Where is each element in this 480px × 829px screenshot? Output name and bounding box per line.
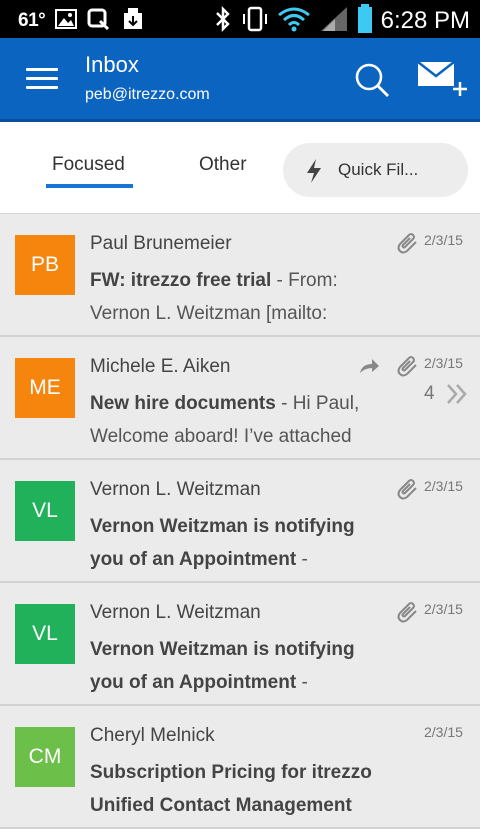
bluetooth-icon xyxy=(213,5,233,37)
vibrate-icon xyxy=(241,5,269,37)
message-preview: New hire documents - Hi Paul, Welcome ab… xyxy=(90,387,390,453)
tab-other[interactable]: Other xyxy=(199,154,247,176)
page-title: Inbox xyxy=(85,52,139,77)
message-date: 2/3/15 xyxy=(424,601,463,617)
message-item[interactable]: VL Vernon L. Weitzman Vernon Weitzman is… xyxy=(0,460,480,583)
avatar: ME xyxy=(15,358,75,418)
thread-count: 4 xyxy=(424,383,435,404)
temperature-text: 61° xyxy=(18,10,46,31)
quick-filter-button[interactable]: Quick Fil... xyxy=(283,143,468,197)
attachment-icon xyxy=(396,355,420,381)
sender-name: Vernon L. Weitzman xyxy=(90,602,261,623)
search-icon[interactable] xyxy=(352,60,392,100)
message-preview: Subscription Pricing for itrezzo Unified… xyxy=(90,756,390,822)
message-item[interactable]: VL Vernon L. Weitzman Vernon Weitzman is… xyxy=(0,583,480,706)
message-item[interactable]: CM Cheryl Melnick Subscription Pricing f… xyxy=(0,706,480,829)
message-item[interactable]: ME Michele E. Aiken New hire documents -… xyxy=(0,337,480,460)
message-subject: Vernon Weitzman is notifying you of an A… xyxy=(90,516,355,570)
message-preview: Vernon Weitzman is notifying you of an A… xyxy=(90,633,390,699)
message-snippet: - xyxy=(296,549,308,570)
message-subject: Vernon Weitzman is notifying you of an A… xyxy=(90,639,355,693)
status-bar: 61° 6:28 PM xyxy=(0,0,480,38)
gallery-icon xyxy=(55,9,78,33)
attachment-icon xyxy=(396,232,420,258)
chevron-right-icon[interactable] xyxy=(444,381,470,411)
wifi-icon xyxy=(277,6,311,36)
account-email: peb@itrezzo.com xyxy=(85,86,210,103)
app-bar: Inbox peb@itrezzo.com xyxy=(0,38,480,122)
sender-name: Paul Brunemeier xyxy=(90,233,232,254)
message-subject: Subscription Pricing for itrezzo Unified… xyxy=(90,762,372,816)
message-subject: New hire documents xyxy=(90,393,276,414)
forwarded-icon xyxy=(358,357,380,379)
sender-name: Vernon L. Weitzman xyxy=(90,479,261,500)
attachment-icon xyxy=(396,478,420,504)
lightning-icon xyxy=(305,158,323,188)
download-icon xyxy=(121,7,145,35)
menu-icon[interactable] xyxy=(26,68,58,90)
message-list: PB Paul Brunemeier FW: itrezzo free tria… xyxy=(0,214,480,829)
tab-focused[interactable]: Focused xyxy=(52,154,125,176)
inbox-tabs: Focused Other Quick Fil... xyxy=(0,122,480,214)
attachment-icon xyxy=(396,601,420,627)
message-preview: FW: itrezzo free trial - From: Vernon L.… xyxy=(90,264,390,330)
tab-focused-indicator xyxy=(46,184,133,188)
compose-mail-icon[interactable] xyxy=(416,58,470,100)
message-date: 2/3/15 xyxy=(424,724,463,740)
status-left: 61° xyxy=(18,7,145,35)
signal-icon xyxy=(319,5,349,37)
message-date: 2/3/15 xyxy=(424,478,463,494)
message-subject: FW: itrezzo free trial xyxy=(90,270,272,291)
avatar: PB xyxy=(15,235,75,295)
quick-filter-label: Quick Fil... xyxy=(338,160,419,179)
message-preview: Vernon Weitzman is notifying you of an A… xyxy=(90,510,390,576)
quickoffice-icon xyxy=(87,8,111,34)
sender-name: Michele E. Aiken xyxy=(90,356,231,377)
message-snippet: - xyxy=(296,672,308,693)
status-right: 6:28 PM xyxy=(213,4,470,38)
avatar: CM xyxy=(15,727,75,787)
avatar: VL xyxy=(15,604,75,664)
clock-text: 6:28 PM xyxy=(380,7,470,34)
battery-icon xyxy=(357,4,373,38)
message-item[interactable]: PB Paul Brunemeier FW: itrezzo free tria… xyxy=(0,214,480,337)
avatar: VL xyxy=(15,481,75,541)
message-date: 2/3/15 xyxy=(424,355,463,371)
sender-name: Cheryl Melnick xyxy=(90,725,215,746)
message-date: 2/3/15 xyxy=(424,232,463,248)
